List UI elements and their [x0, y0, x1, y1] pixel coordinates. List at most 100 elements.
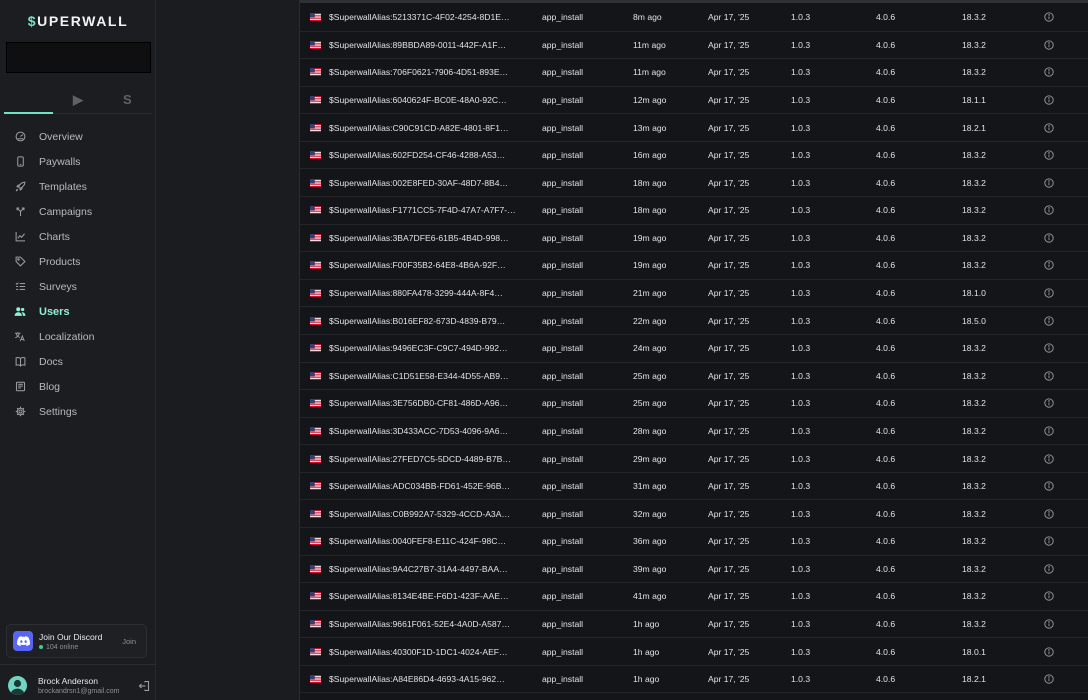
- sidebar-item-overview[interactable]: Overview: [0, 124, 156, 149]
- us-flag-icon: [310, 289, 321, 298]
- info-icon[interactable]: [1042, 178, 1056, 188]
- app-version-cell: 1.0.3: [791, 536, 811, 547]
- info-icon[interactable]: [1042, 564, 1056, 574]
- table-row[interactable]: $SuperwallAlias:002E8FED-30AF-48D7-8B4… a…: [300, 169, 1088, 198]
- table-row[interactable]: $SuperwallAlias:C90C91CD-A82E-4801-8F1… a…: [300, 114, 1088, 142]
- sidebar-item-templates[interactable]: Templates: [0, 174, 156, 199]
- sidebar-item-localization[interactable]: Localization: [0, 324, 156, 349]
- info-icon[interactable]: [1042, 95, 1056, 105]
- sdk-version-cell: 4.0.6: [876, 122, 896, 133]
- event-cell: app_install: [542, 674, 584, 685]
- table-row[interactable]: $SuperwallAlias:40300F1D-1DC1-4024-AEF… a…: [300, 638, 1088, 666]
- event-cell: app_install: [542, 343, 584, 354]
- us-flag-icon: [310, 344, 321, 353]
- date-cell: Apr 17, '25: [708, 536, 750, 547]
- user-alias-cell: $SuperwallAlias:ADC034BB-FD61-452E-96B…: [329, 481, 511, 492]
- discord-card[interactable]: Join Our Discord 104 online Join: [6, 624, 147, 658]
- sdk-version-cell: 4.0.6: [876, 232, 896, 243]
- sidebar-item-surveys[interactable]: Surveys: [0, 274, 156, 299]
- table-row[interactable]: $SuperwallAlias:A84E86D4-4693-4A15-962… a…: [300, 666, 1088, 694]
- relative-time-cell: 1h ago: [633, 619, 660, 629]
- sidebar-item-label: Templates: [39, 180, 87, 193]
- table-row[interactable]: $SuperwallAlias:5213371C-4F02-4254-8D1E……: [300, 4, 1088, 32]
- sidebar-item-paywalls[interactable]: Paywalls: [0, 149, 156, 174]
- logout-icon[interactable]: [138, 679, 150, 692]
- table-row[interactable]: $SuperwallAlias:B016EF82-673D-4839-B79… a…: [300, 307, 1088, 335]
- table-row[interactable]: $SuperwallAlias:89BBDA89-0011-442F-A1F… a…: [300, 32, 1088, 60]
- us-flag-icon: [310, 620, 321, 628]
- sidebar-item-charts[interactable]: Charts: [0, 224, 156, 249]
- user-alias-cell: $SuperwallAlias:3E756DB0-CF81-486D-A96…: [329, 398, 509, 409]
- table-row[interactable]: $SuperwallAlias:706F0621-7906-4D51-893E……: [300, 59, 1088, 87]
- table-row[interactable]: $SuperwallAlias:880FA478-3299-444A-8F4… a…: [300, 280, 1088, 308]
- platform-tab-android[interactable]: ▶: [53, 86, 103, 114]
- table-row[interactable]: $SuperwallAlias:9496EC3F-C9C7-494D-992… a…: [300, 335, 1088, 363]
- sidebar-item-docs[interactable]: Docs: [0, 349, 156, 374]
- os-version-cell: 18.3.2: [962, 260, 986, 271]
- table-row[interactable]: $SuperwallAlias:9661F061-52E4-4A0D-A587……: [300, 611, 1088, 639]
- os-version-cell: 18.3.2: [962, 536, 986, 547]
- user-alias-cell: $SuperwallAlias:F1771CC5-7F4D-47A7-A7F7-…: [329, 205, 516, 216]
- newspaper-icon: [14, 381, 26, 393]
- info-icon[interactable]: [1042, 288, 1056, 298]
- superwall-logo[interactable]: $UPERWALL: [0, 13, 156, 29]
- info-icon[interactable]: [1042, 646, 1056, 657]
- info-icon[interactable]: [1042, 315, 1056, 326]
- table-row[interactable]: $SuperwallAlias:0040FEF8-E11C-424F-98C… a…: [300, 528, 1088, 556]
- info-icon[interactable]: [1042, 260, 1056, 271]
- sidebar-item-campaigns[interactable]: Campaigns: [0, 199, 156, 224]
- sidebar-item-settings[interactable]: Settings: [0, 399, 156, 424]
- info-icon[interactable]: [1042, 122, 1056, 133]
- table-row[interactable]: $SuperwallAlias:8134E4BE-F6D1-423F-AAE… a…: [300, 583, 1088, 611]
- platform-tab-apple[interactable]: [4, 86, 54, 114]
- info-icon[interactable]: [1042, 205, 1056, 215]
- info-icon[interactable]: [1042, 371, 1056, 381]
- info-icon[interactable]: [1042, 67, 1056, 78]
- table-row[interactable]: $SuperwallAlias:ADC034BB-FD61-452E-96B… a…: [300, 473, 1088, 501]
- logo-dollar: $: [27, 13, 38, 29]
- table-row[interactable]: $SuperwallAlias:C1D51E58-E344-4D55-AB9… a…: [300, 363, 1088, 391]
- info-icon[interactable]: [1042, 343, 1056, 353]
- table-row[interactable]: $SuperwallAlias:F00F35B2-64E8-4B6A-92F… a…: [300, 252, 1088, 280]
- table-row[interactable]: $SuperwallAlias:3BA7DFE6-61B5-4B4D-998… a…: [300, 225, 1088, 253]
- app-version-cell: 1.0.3: [791, 398, 811, 409]
- table-row[interactable]: $SuperwallAlias:9A4C27B7-31A4-4497-BAA… a…: [300, 556, 1088, 584]
- info-icon[interactable]: [1042, 398, 1056, 409]
- info-icon[interactable]: [1042, 150, 1056, 160]
- info-icon[interactable]: [1042, 453, 1056, 464]
- table-row[interactable]: $SuperwallAlias:6040624F-BC0E-48A0-92C… a…: [300, 87, 1088, 115]
- sidebar-item-products[interactable]: Products: [0, 249, 156, 274]
- table-row[interactable]: $SuperwallAlias:27FED7C5-5DCD-4489-B7B… a…: [300, 445, 1088, 473]
- sidebar-item-users[interactable]: Users: [0, 299, 156, 324]
- info-icon[interactable]: [1042, 536, 1056, 546]
- user-profile[interactable]: Brock Anderson brockandrsn1@gmail.com: [8, 673, 150, 697]
- relative-time-cell: 41m ago: [633, 591, 667, 602]
- table-row[interactable]: $SuperwallAlias:C0B992A7-5329-4CCD-A3A… a…: [300, 500, 1088, 528]
- table-row[interactable]: $SuperwallAlias:3E756DB0-CF81-486D-A96… a…: [300, 390, 1088, 418]
- us-flag-icon: [310, 592, 321, 601]
- info-icon[interactable]: [1042, 591, 1056, 602]
- info-icon[interactable]: [1042, 12, 1056, 22]
- info-icon[interactable]: [1042, 481, 1056, 491]
- table-row[interactable]: $SuperwallAlias:3D433ACC-7D53-4096-9A6… a…: [300, 418, 1088, 446]
- us-flag-icon: [310, 537, 321, 546]
- app-search-input[interactable]: [6, 42, 151, 73]
- relative-time-cell: 32m ago: [633, 508, 667, 519]
- discord-join-button[interactable]: Join: [122, 637, 136, 646]
- info-icon[interactable]: [1042, 674, 1056, 684]
- info-icon[interactable]: [1042, 233, 1056, 243]
- profile-info: Brock Anderson brockandrsn1@gmail.com: [38, 676, 138, 695]
- info-icon[interactable]: [1042, 509, 1056, 519]
- info-icon[interactable]: [1042, 40, 1056, 50]
- os-version-cell: 18.2.1: [962, 674, 986, 685]
- user-alias-cell: $SuperwallAlias:B016EF82-673D-4839-B79…: [329, 315, 506, 326]
- sdk-version-cell: 4.0.6: [876, 453, 896, 464]
- app-version-cell: 1.0.3: [791, 508, 811, 519]
- platform-tab-stripe[interactable]: S: [102, 86, 152, 114]
- table-row[interactable]: $SuperwallAlias:F1771CC5-7F4D-47A7-A7F7-…: [300, 197, 1088, 225]
- sidebar-item-blog[interactable]: Blog: [0, 374, 156, 399]
- info-icon[interactable]: [1042, 619, 1056, 629]
- event-cell: app_install: [542, 536, 584, 547]
- info-icon[interactable]: [1042, 426, 1056, 436]
- table-row[interactable]: $SuperwallAlias:602FD254-CF46-4288-A53… a…: [300, 142, 1088, 170]
